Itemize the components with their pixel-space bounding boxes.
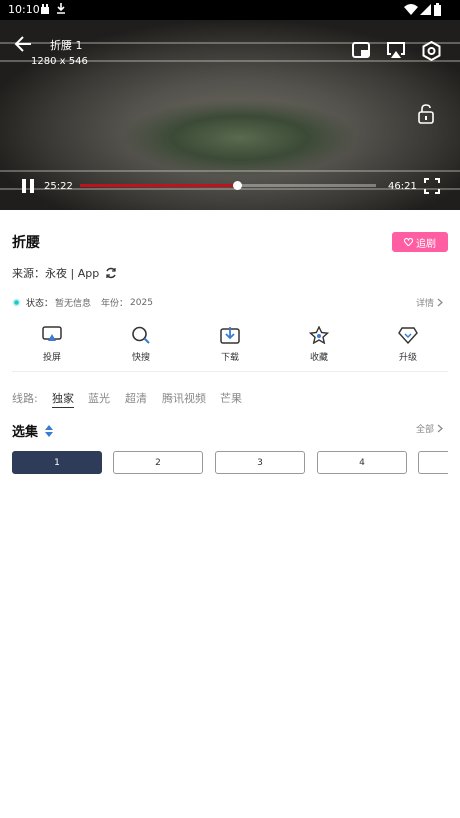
video-player[interactable]: 折腰 1 1280 x 546 25:22 46:21 [0,20,460,210]
current-time: 25:22 [44,181,73,192]
quick-search-label: 快搜 [131,353,150,363]
episode-button[interactable]: 1 [12,451,102,474]
episode-number: 4 [359,457,365,468]
line-option-mango[interactable]: 芒果 [220,390,242,406]
heart-icon [404,238,413,246]
line-option-bluray[interactable]: 蓝光 [88,390,110,406]
details-link[interactable]: 详情 [416,296,443,309]
quick-search-button[interactable]: 快搜 [111,326,171,363]
progress-fill [80,184,237,187]
sort-icon[interactable] [45,424,54,437]
episodes-header[interactable]: 选集 [12,421,54,440]
details-label: 详情 [416,299,435,309]
upgrade-label: 升级 [398,353,417,363]
episodes-title: 选集 [12,425,39,440]
episode-number: 2 [155,457,161,468]
video-title: 折腰 1 [50,39,83,52]
all-label: 全部 [416,425,435,435]
wifi-icon [404,4,418,15]
source-row: 来源：永夜 | App [12,265,117,281]
total-time: 46:21 [388,181,417,192]
cast-label: 投屏 [42,353,61,363]
line-option-exclusive[interactable]: 独家 [52,390,74,408]
refresh-icon[interactable] [105,267,117,279]
status-dot-icon [12,298,21,307]
episode-button[interactable]: 4 [317,451,407,474]
star-icon [308,325,330,345]
lock-icon[interactable] [417,104,435,124]
search-icon [132,326,150,344]
line-option-hd[interactable]: 超清 [125,390,147,406]
chevron-right-icon [437,424,443,433]
progress-knob[interactable] [232,181,242,190]
picture-in-picture-icon[interactable] [352,42,370,58]
lines-label: 线路: [12,392,38,405]
year-value: 2025 [130,297,153,308]
episode-button[interactable]: 3 [215,451,305,474]
android-notification-icon [41,4,49,14]
status-time: 10:10 [8,3,40,16]
upgrade-button[interactable]: 升级 [378,326,438,363]
pause-icon[interactable] [21,179,35,193]
video-resolution: 1280 x 546 [31,56,88,67]
source-text: 来源：永夜 | App [12,267,100,280]
year-label: 年份： [101,299,129,309]
battery-icon [434,3,441,16]
airplay-icon[interactable] [386,42,406,59]
favorite-label: 收藏 [309,353,328,363]
episode-number: 1 [54,457,60,468]
fullscreen-icon[interactable] [424,178,440,194]
status-value: 暂无信息 [55,299,92,309]
chevron-right-icon [437,298,443,307]
download-label: 下载 [220,353,239,363]
status-bar: 10:10 [0,0,460,20]
diamond-icon [398,327,418,345]
download-notification-icon [57,3,65,14]
all-episodes-link[interactable]: 全部 [416,422,443,435]
status-label: 状态： [26,299,54,309]
episode-button-partial[interactable] [418,451,448,474]
show-title: 折腰 [12,235,40,251]
follow-button[interactable]: 追剧 [392,232,448,252]
signal-icon [420,4,431,15]
download-icon [220,327,240,344]
back-arrow-icon[interactable] [14,36,32,52]
follow-label: 追剧 [416,238,436,250]
episode-button[interactable]: 2 [113,451,203,474]
settings-icon[interactable] [422,41,441,61]
status-row: 状态： 暂无信息 年份： 2025 [12,296,153,309]
download-button[interactable]: 下载 [200,326,260,363]
scene-detail [0,170,460,172]
line-option-tencent[interactable]: 腾讯视频 [162,390,206,406]
progress-track[interactable] [80,181,376,190]
episode-number: 3 [257,457,263,468]
divider [12,371,448,372]
favorite-button[interactable]: 收藏 [289,325,349,363]
cast-button[interactable]: 投屏 [22,326,82,363]
cast-icon [42,326,62,341]
